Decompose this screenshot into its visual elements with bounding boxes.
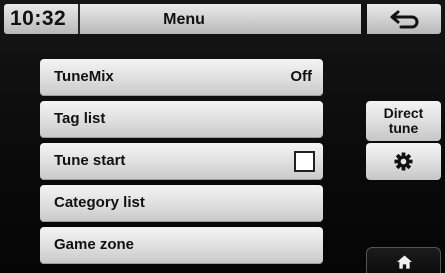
home-icon xyxy=(397,255,412,269)
menu-item-value: Off xyxy=(290,68,312,85)
menu-item-category-list[interactable]: Category list xyxy=(40,185,323,222)
radio-menu-screen: 10:32 Menu TuneMix Off Tag list Tune sta… xyxy=(0,0,445,273)
menu-item-label: Tune start xyxy=(54,152,126,169)
tune-start-checkbox[interactable] xyxy=(294,151,315,172)
menu-item-game-zone[interactable]: Game zone xyxy=(40,227,323,264)
back-arrow-icon xyxy=(390,10,419,29)
direct-tune-label-line1: Direct xyxy=(383,105,424,121)
settings-button[interactable] xyxy=(366,143,441,180)
menu-item-label: Category list xyxy=(54,194,145,211)
direct-tune-label-line2: tune xyxy=(388,120,419,136)
menu-item-label: Tag list xyxy=(54,110,106,127)
back-button[interactable] xyxy=(367,4,441,34)
menu-item-tune-start[interactable]: Tune start xyxy=(40,143,323,180)
home-button[interactable] xyxy=(366,247,441,273)
menu-item-tag-list[interactable]: Tag list xyxy=(40,101,323,138)
menu-item-label: TuneMix xyxy=(54,68,114,85)
gear-icon xyxy=(394,152,413,171)
page-title: Menu xyxy=(163,11,205,28)
direct-tune-button[interactable]: Direct tune xyxy=(366,101,441,141)
status-bar: 10:32 Menu xyxy=(4,4,441,34)
menu-item-label: Game zone xyxy=(54,236,135,253)
menu-item-tunemix[interactable]: TuneMix Off xyxy=(40,59,323,96)
